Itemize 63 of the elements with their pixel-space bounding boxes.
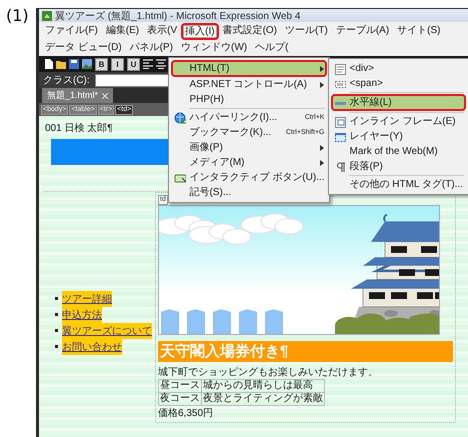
menu-item[interactable]: 記号(S)... (171, 185, 328, 200)
nav-link[interactable]: お問い合わせ (62, 338, 122, 354)
nav-link[interactable]: 翼ツアーズについて (62, 322, 152, 338)
document-icon[interactable] (43, 59, 53, 69)
menu-bar-item[interactable]: テーブル(A) (332, 23, 394, 40)
menu-item[interactable]: 水平線(L) (331, 94, 466, 111)
bullet-icon (55, 297, 58, 300)
price-text: 価格6,350円 (158, 406, 214, 420)
menu-item[interactable]: Mark of the Web(M) (331, 144, 466, 159)
menu-item[interactable]: <div> (331, 61, 466, 76)
menu-bar-item[interactable]: 編集(E) (102, 23, 144, 40)
menu-bar-item[interactable]: 挿入(I) (181, 23, 219, 40)
table-cell: 夜景とライティングが素敵 (202, 392, 324, 406)
document-tab[interactable]: 無題_1.html* (42, 88, 114, 103)
format-button[interactable]: U (127, 58, 140, 70)
align-center-icon[interactable] (156, 59, 166, 69)
intro-text: 城下町でショッピングもお楽しみいただけます。 (158, 366, 379, 379)
menu-bar-item[interactable]: サイト(S) (393, 23, 444, 40)
menu-bar-item[interactable]: ヘルプ( (251, 40, 292, 55)
close-icon[interactable] (102, 92, 108, 98)
class-label: クラス(C): (43, 74, 90, 87)
menu-item[interactable]: インタラクティブ ボタン(U)... (171, 170, 328, 185)
nav-link[interactable]: ツアー詳細 (62, 290, 112, 306)
app-icon (42, 10, 52, 20)
nav-link[interactable]: 申込方法 (62, 306, 102, 322)
menu-item[interactable]: レイヤー(Y) (331, 129, 466, 144)
table-cell: 夜コース (158, 392, 202, 406)
menu-item[interactable]: 画像(P) (171, 140, 328, 155)
layer-icon (334, 130, 346, 142)
paragraph-icon (334, 160, 346, 172)
button-icon (174, 172, 186, 184)
bullet-icon (55, 313, 58, 316)
author-text: 001 日検 太郎¶ (44, 122, 113, 136)
menu-bar-item[interactable]: ツール(T) (281, 23, 332, 40)
section-heading: 天守閣入場券付き¶ (158, 341, 453, 362)
menu-bar-item[interactable]: 書式設定(O) (218, 23, 282, 40)
menu-item[interactable]: インライン フレーム(E) (331, 114, 466, 129)
menu-bar-item[interactable]: 表示(V (143, 23, 182, 40)
menu-item[interactable]: PHP(H) (171, 92, 328, 107)
align-left-icon[interactable] (143, 59, 153, 69)
save-icon[interactable] (69, 59, 79, 69)
menu-item[interactable]: その他の HTML タグ(T)... (331, 177, 466, 192)
menu-item[interactable]: ASP.NET コントロール(A) (171, 77, 328, 92)
menu-item[interactable]: <span> (331, 76, 466, 91)
menu-item[interactable]: メディア(M) (171, 155, 328, 170)
menu-bar-item[interactable]: データ ビュー(D) (41, 40, 126, 55)
globe-link-icon (174, 112, 186, 124)
menu-bar-item[interactable]: ウィンドウ(W) (177, 40, 252, 55)
bullet-icon (55, 345, 58, 348)
window-title: 翼ツアーズ (無題_1.html) - Microsoft Expression Web 4 (55, 10, 300, 22)
div-box-icon (334, 62, 346, 74)
table-cell: 昼コース (158, 380, 202, 392)
frame-icon (334, 116, 346, 128)
format-button[interactable]: I (111, 58, 124, 70)
menu-item[interactable]: HTML(T) (171, 60, 328, 77)
folder-icon[interactable] (56, 59, 66, 69)
bullet-icon (55, 329, 58, 332)
format-button[interactable]: B (95, 58, 108, 70)
menu-bar-item[interactable]: パネル(P) (126, 40, 178, 55)
menu-item[interactable]: 段落(P) (331, 159, 466, 174)
table-cell: 城からの見晴らしは最高 (202, 380, 324, 392)
step-label: (1) (5, 5, 30, 27)
menu-bar-item[interactable]: ファイル(F) (41, 23, 102, 40)
